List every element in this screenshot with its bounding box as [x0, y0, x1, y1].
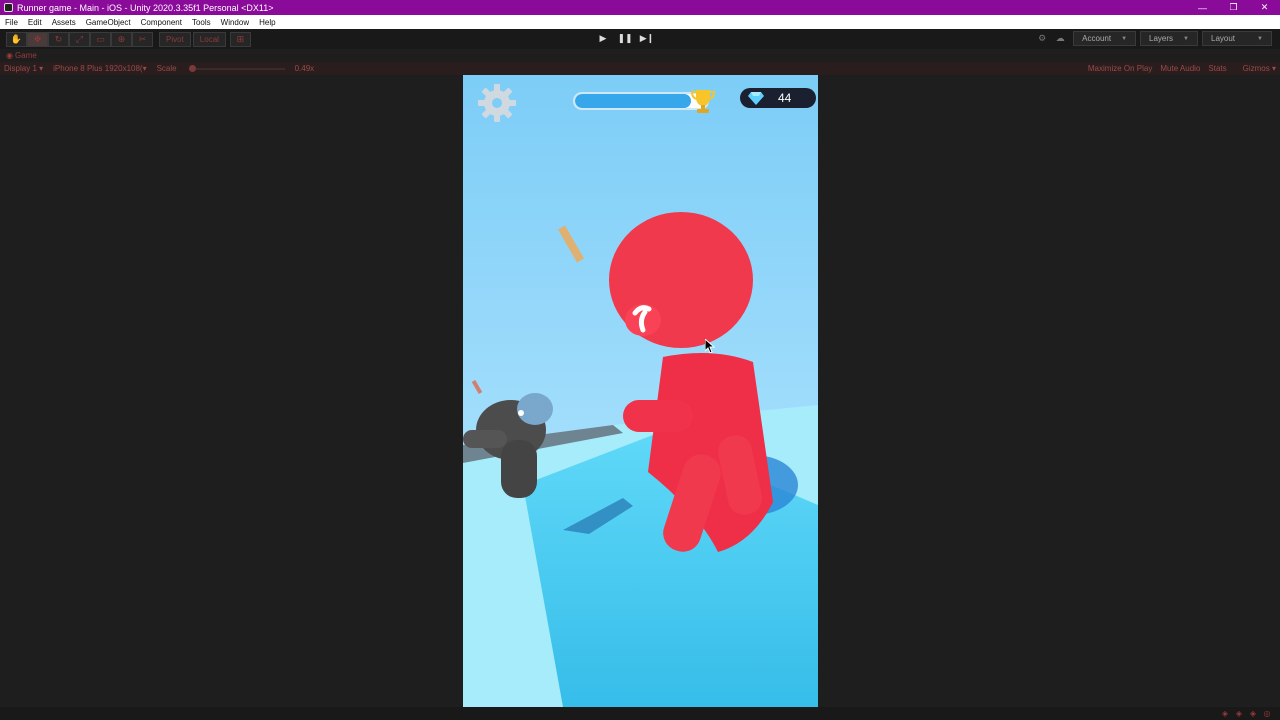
game-tab-label: Game — [14, 51, 37, 60]
gizmos-label: Gizmos — [1242, 64, 1270, 73]
scale-slider-thumb[interactable] — [188, 64, 196, 72]
chevron-down-icon: ▼ — [1121, 35, 1128, 42]
menu-file[interactable]: File — [0, 18, 23, 27]
cache-icon[interactable]: ◈ — [1246, 708, 1260, 719]
menu-window[interactable]: Window — [216, 18, 254, 27]
scale-slider[interactable] — [188, 64, 285, 72]
gizmos-dropdown[interactable]: Gizmos ▾ — [1235, 64, 1276, 73]
local-label: Local — [199, 34, 219, 44]
custom-tool-icon[interactable]: ✂ — [132, 31, 153, 47]
cloud-icon[interactable]: ☁ — [1051, 31, 1069, 46]
game-view-toolbar: Display 1 ▾ iPhone 8 Plus 1920x108(▾ Sca… — [0, 62, 1280, 75]
local-toggle[interactable]: Local — [192, 31, 226, 47]
resolution-label: 1920x108( — [104, 64, 143, 73]
menu-gameobject[interactable]: GameObject — [81, 18, 136, 27]
gamepad-icon: ◉ — [6, 51, 13, 60]
play-controls: ▶ ❚❚ ▶❙ — [592, 31, 658, 46]
window-controls: — ❐ ✕ — [1187, 0, 1280, 15]
game-scene — [463, 75, 818, 707]
progress-icon[interactable]: ◈ — [1232, 708, 1246, 719]
pause-button[interactable]: ❚❚ — [614, 31, 636, 46]
services-icon[interactable]: ⚙ — [1033, 31, 1051, 46]
unity-icon — [4, 3, 13, 12]
window-title: Runner game - Main - iOS - Unity 2020.3.… — [17, 2, 274, 13]
display-label: Display 1 — [4, 64, 37, 73]
hand-tool-icon[interactable]: ✋ — [6, 31, 27, 47]
game-tab[interactable]: ◉ Game — [6, 51, 37, 60]
right-toolbar: ⚙ ☁ Account ▼ Layers ▼ Layout ▼ — [1033, 31, 1272, 46]
transform-tools: ✋ ✥ ↻ ⤢ ▭ ⊕ ✂ — [6, 31, 153, 47]
chevron-down-icon: ▼ — [1183, 35, 1189, 42]
layout-label: Layout — [1211, 34, 1236, 43]
menu-component[interactable]: Component — [136, 18, 187, 27]
menu-edit[interactable]: Edit — [23, 18, 47, 27]
minimize-button[interactable]: — — [1187, 0, 1218, 15]
stats-toggle[interactable]: Stats — [1208, 64, 1226, 73]
gem-counter: 44 — [740, 88, 816, 108]
transform-tool-icon[interactable]: ⊕ — [111, 31, 132, 47]
close-button[interactable]: ✕ — [1249, 0, 1280, 15]
layers-label: Layers — [1149, 34, 1174, 43]
status-icons: ◈ ◈ ◈ ◎ — [1218, 708, 1274, 719]
game-tab-bar: ◉ Game — [0, 49, 1280, 62]
scale-label: Scale — [156, 64, 177, 73]
gem-count: 44 — [778, 91, 792, 105]
account-dropdown[interactable]: Account ▼ — [1073, 31, 1137, 46]
step-button[interactable]: ▶❙ — [636, 31, 658, 46]
restore-button[interactable]: ❐ — [1218, 0, 1249, 15]
layers-dropdown[interactable]: Layers ▼ — [1140, 31, 1198, 46]
game-screen[interactable]: 44 — [463, 75, 818, 707]
move-tool-icon[interactable]: ✥ — [27, 31, 48, 47]
gem-icon — [748, 92, 764, 105]
game-view[interactable]: 44 — [0, 75, 1280, 707]
layout-dropdown[interactable]: Layout ▼ — [1202, 31, 1272, 46]
account-label: Account — [1082, 34, 1112, 43]
toolbar: ✋ ✥ ↻ ⤢ ▭ ⊕ ✂ Pivot Local ⊞ ▶ ❚❚ ▶❙ ⚙ ☁ … — [0, 29, 1280, 49]
rotate-tool-icon[interactable]: ↻ — [48, 31, 69, 47]
rect-tool-icon[interactable]: ▭ — [90, 31, 111, 47]
scale-tool-icon[interactable]: ⤢ — [69, 31, 90, 47]
trophy-icon — [689, 87, 717, 115]
display-dropdown[interactable]: Display 1 ▾ — [4, 64, 43, 73]
game-view-options: Maximize On Play Mute Audio Stats Gizmos… — [1080, 64, 1276, 73]
mute-audio-toggle[interactable]: Mute Audio — [1160, 64, 1200, 73]
grid-snap-icon[interactable]: ⊞ — [229, 31, 251, 47]
mouse-cursor-icon — [705, 339, 715, 353]
settings-gear-icon[interactable] — [475, 81, 519, 125]
device-dropdown[interactable]: iPhone 8 Plus 1920x108(▾ — [53, 64, 146, 73]
scale-value: 0.49x — [294, 64, 315, 73]
title-bar: Runner game - Main - iOS - Unity 2020.3.… — [0, 0, 1280, 15]
device-label: iPhone 8 Plus — [53, 64, 103, 73]
status-bar: ◈ ◈ ◈ ◎ — [0, 707, 1280, 720]
maximize-on-play-toggle[interactable]: Maximize On Play — [1088, 64, 1152, 73]
menu-tools[interactable]: Tools — [187, 18, 216, 27]
chevron-down-icon: ▼ — [1257, 35, 1263, 42]
menu-bar: File Edit Assets GameObject Component To… — [0, 15, 1280, 29]
menu-assets[interactable]: Assets — [47, 18, 81, 27]
play-button[interactable]: ▶ — [592, 31, 614, 46]
pivot-label: Pivot — [166, 34, 184, 44]
collab-icon[interactable]: ◈ — [1218, 708, 1232, 719]
level-progress-fill — [575, 94, 692, 108]
pivot-toggle[interactable]: Pivot — [159, 31, 191, 47]
settings-icon[interactable]: ◎ — [1260, 708, 1274, 719]
menu-help[interactable]: Help — [254, 18, 280, 27]
